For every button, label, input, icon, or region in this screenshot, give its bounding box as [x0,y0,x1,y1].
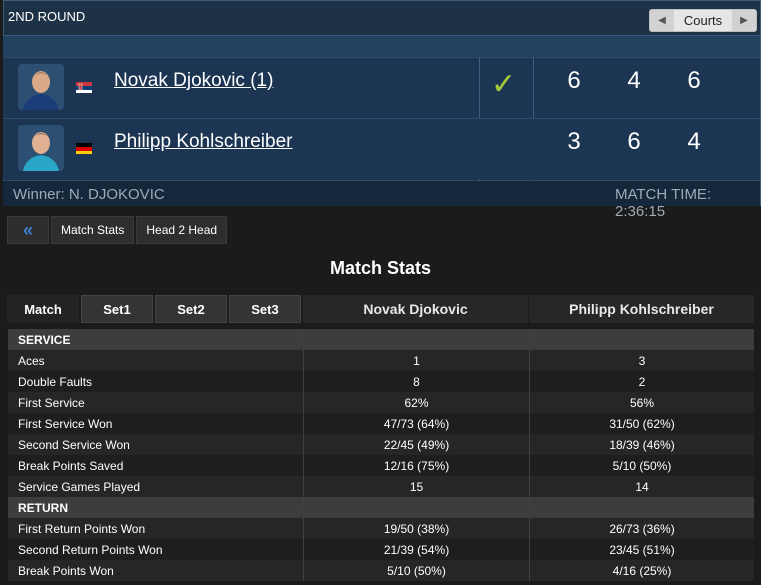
stat-value-player-2: 4/16 (25%) [529,560,754,581]
germany-flag-icon [76,141,92,154]
tab-head-2-head[interactable]: Head 2 Head [136,216,228,244]
stat-label: RETURN [18,500,68,515]
table-row: First Return Points Won 19/50 (38%) 26/73 … [8,518,754,539]
stat-value-player-2 [529,497,754,518]
stat-value-player-2: 26/73 (36%) [529,518,754,539]
stat-value-player-2: 5/10 (50%) [529,455,754,476]
stat-label: Second Return Points Won [18,542,163,557]
player-avatar-2 [18,125,64,171]
stat-label: First Return Points Won [18,521,146,536]
table-row: First Service 62% 56% [8,392,754,413]
stat-value-player-1: 62% [303,392,529,413]
player-name-link-1[interactable]: Novak Djokovic (1) [114,70,273,92]
scoreboard-subbar [3,35,760,57]
back-button[interactable]: « [7,216,49,244]
table-row: Double Faults 8 2 [8,371,754,392]
stat-value-player-1: 8 [303,371,529,392]
stat-label: Break Points Won [18,563,114,578]
stat-label: Break Points Saved [18,458,124,473]
stat-value-player-1 [303,329,529,350]
player-name-link-2[interactable]: Philipp Kohlschreiber [114,131,293,153]
stat-label: First Service [18,395,85,410]
table-row: Aces 1 3 [8,350,754,371]
stat-value-player-1: 47/73 (64%) [303,413,529,434]
section-header-row: RETURN [8,497,754,518]
tab-set2[interactable]: Set2 [155,295,227,323]
stat-value-player-1: 15 [303,476,529,497]
winner-check-icon: ✓ [491,68,517,101]
stat-value-player-1: 21/39 (54%) [303,539,529,560]
tab-set1[interactable]: Set1 [81,295,153,323]
player-avatar-1 [18,64,64,110]
courts-prev-button[interactable]: ◀ [650,10,674,31]
table-row: First Service Won 47/73 (64%) 31/50 (62%) [8,413,754,434]
table-row: Second Service Won 22/45 (49%) 18/39 (46%) [8,434,754,455]
stat-label: SERVICE [18,332,71,347]
stat-label: Aces [18,353,45,368]
stat-label: Service Games Played [18,479,141,494]
stat-value-player-2: 3 [529,350,754,371]
table-row: Break Points Won 5/10 (50%) 4/16 (25%) [8,560,754,581]
courts-switcher: ◀ Courts ▶ [649,9,757,32]
winner-text: Winner: N. DJOKOVIC [13,186,165,203]
match-time: MATCH TIME: 2:36:15 [615,186,712,220]
column-header-player-1: Novak Djokovic [303,295,528,323]
stat-value-player-1 [303,497,529,518]
stat-label: First Service Won [18,416,113,431]
stat-value-player-1: 19/50 (38%) [303,518,529,539]
courts-label: Courts [683,13,723,28]
tab-set3[interactable]: Set3 [229,295,301,323]
tab-match[interactable]: Match [7,295,79,323]
stats-table: SERVICE Aces 1 3 Double Faults 8 2 First Servic… [8,329,754,581]
tab-match-stats[interactable]: Match Stats [51,216,135,244]
score-p2-set1: 3 [567,128,581,155]
stat-value-player-1: 22/45 (49%) [303,434,529,455]
stats-title: Match Stats [329,258,432,278]
view-tabs: « Match Stats Head 2 Head [7,216,228,244]
round-label: 2ND ROUND [8,9,86,24]
stat-value-player-2: 31/50 (62%) [529,413,754,434]
column-header-player-2: Philipp Kohlschreiber [529,295,754,323]
stat-value-player-1: 1 [303,350,529,371]
stat-value-player-1: 5/10 (50%) [303,560,529,581]
set-tabs: Match Set1 Set2 Set3 [7,295,301,323]
stat-value-player-2 [529,329,754,350]
stat-value-player-2: 56% [529,392,754,413]
stat-value-player-2: 14 [529,476,754,497]
score-p1-set3: 6 [687,67,701,94]
score-p2-set3: 4 [687,128,701,155]
score-p1-set1: 6 [567,67,581,94]
stat-value-player-1: 12/16 (75%) [303,455,529,476]
score-p2-set2: 6 [627,128,641,155]
stat-label: Second Service Won [18,437,130,452]
stat-value-player-2: 2 [529,371,754,392]
table-row: Service Games Played 15 14 [8,476,754,497]
score-p1-set2: 4 [627,67,641,94]
stat-label: Double Faults [18,374,93,389]
courts-next-button[interactable]: ▶ [732,10,756,31]
table-row: Second Return Points Won 21/39 (54%) 23/45… [8,539,754,560]
serbia-flag-icon [76,80,92,93]
stat-value-player-2: 18/39 (46%) [529,434,754,455]
table-row: Break Points Saved 12/16 (75%) 5/10 (50%) [8,455,754,476]
section-header-row: SERVICE [8,329,754,350]
stat-value-player-2: 23/45 (51%) [529,539,754,560]
